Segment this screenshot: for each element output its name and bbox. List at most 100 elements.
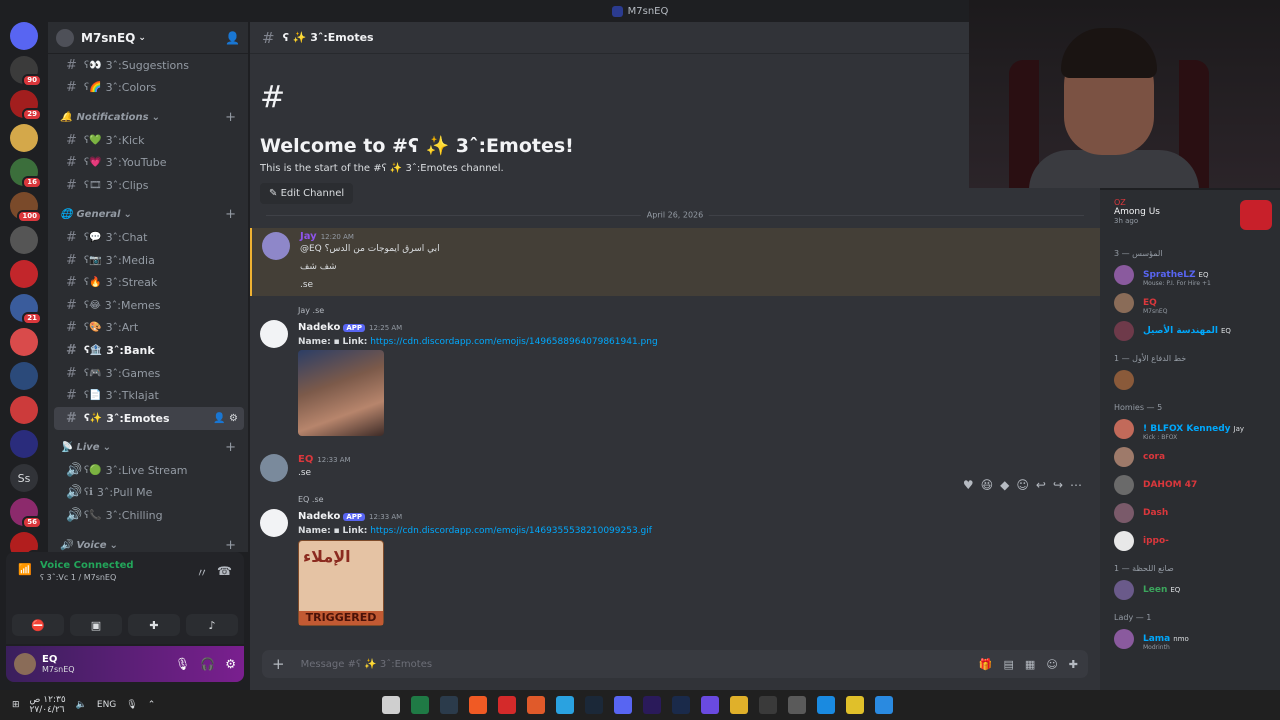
- channel-item[interactable]: # ʕ🌈 3ˆ:Colors: [54, 77, 244, 100]
- channel-item[interactable]: # ʕ💬 3ˆ:Chat: [54, 226, 244, 249]
- brave-icon[interactable]: [469, 696, 487, 714]
- soundboard-button[interactable]: ♪: [186, 614, 238, 636]
- category-general[interactable]: 🌐 General ⌄ +: [48, 204, 248, 227]
- invite-icon[interactable]: 👤: [213, 413, 225, 424]
- steam-icon[interactable]: [585, 696, 603, 714]
- message-author[interactable]: EQ 12:33 AM: [298, 454, 351, 465]
- channel-item[interactable]: 🔊 ʕ📞 3ˆ:Chilling: [54, 504, 244, 527]
- acrobat-icon[interactable]: [498, 696, 516, 714]
- clock[interactable]: ١٢:٣٥ ص ٢٧/٠٤/٢٦: [30, 695, 66, 715]
- avatar[interactable]: [14, 653, 36, 675]
- emoji-link[interactable]: https://cdn.discordapp.com/emojis/149658…: [370, 337, 657, 347]
- add-channel-icon[interactable]: +: [225, 207, 236, 222]
- avatar[interactable]: [262, 232, 290, 260]
- category-notifications[interactable]: 🔔 Notifications ⌄ +: [48, 106, 248, 129]
- chrome-icon[interactable]: [846, 696, 864, 714]
- gear-icon[interactable]: ⚙: [229, 413, 238, 424]
- category-voice[interactable]: 🔊 Voice ⌄ +: [48, 534, 248, 552]
- recorder-icon[interactable]: [527, 696, 545, 714]
- voice-channel[interactable]: ʕ 3ˆ:Vc 1 / M7snEQ: [40, 573, 116, 582]
- avatar[interactable]: [1114, 370, 1134, 390]
- server-icon[interactable]: 21: [10, 294, 42, 325]
- gear-icon[interactable]: ⚙: [225, 657, 236, 671]
- avatar[interactable]: [260, 454, 288, 482]
- server-icon[interactable]: 29: [10, 90, 42, 121]
- photoshop-icon[interactable]: [672, 696, 690, 714]
- channel-item[interactable]: # ʕ📷 3ˆ:Media: [54, 249, 244, 272]
- channel-item[interactable]: # ʕ👀 3ˆ:Suggestions: [54, 54, 244, 77]
- add-member-icon[interactable]: 👤: [225, 31, 240, 45]
- channel-item[interactable]: 🔊 ʕ🟢 3ˆ:Live Stream: [54, 459, 244, 482]
- channel-item[interactable]: # ʕ💗 3ˆ:YouTube: [54, 151, 244, 174]
- settings-icon[interactable]: [788, 696, 806, 714]
- microphone-icon[interactable]: 🎙: [175, 657, 190, 671]
- activity-card[interactable]: OZ Among Us 3h ago: [1100, 190, 1280, 240]
- emoji-gif[interactable]: الإملاء TRIGGERED: [298, 540, 384, 626]
- message-composer[interactable]: + Message #ʕ ✨ 3ˆ:Emotes 🎁 ▤ ▦ ☺ ✚: [262, 650, 1088, 678]
- channel-item[interactable]: # ʕ🎨 3ˆ:Art: [54, 317, 244, 340]
- forward-icon[interactable]: ↪: [1053, 478, 1063, 492]
- avatar[interactable]: [260, 320, 288, 348]
- headphones-icon[interactable]: 🎧: [200, 657, 215, 671]
- speaker-icon[interactable]: 🔈: [76, 700, 87, 710]
- avatar[interactable]: [1114, 321, 1134, 341]
- message[interactable]: Jay 12:20 AM @EQ ابي اسرق ايموجات من الدس…: [250, 228, 1100, 296]
- apps-icon[interactable]: ✚: [1069, 658, 1078, 671]
- store-icon[interactable]: [759, 696, 777, 714]
- excel-icon[interactable]: [411, 696, 429, 714]
- server-icon[interactable]: [10, 260, 38, 288]
- server-icon[interactable]: 16: [10, 158, 42, 189]
- telegram-icon[interactable]: [556, 696, 574, 714]
- avatar[interactable]: [1114, 531, 1134, 551]
- chevron-up-icon[interactable]: ⌃: [148, 700, 156, 710]
- laugh-reaction-icon[interactable]: 😆: [981, 478, 994, 492]
- add-channel-icon[interactable]: +: [225, 110, 236, 125]
- add-attachment-icon[interactable]: +: [272, 655, 285, 673]
- gif-icon[interactable]: ▤: [1004, 658, 1014, 671]
- server-home[interactable]: [10, 22, 38, 50]
- server-icon[interactable]: Ss: [10, 464, 38, 492]
- clapper-icon[interactable]: [382, 696, 400, 714]
- folder-icon[interactable]: [730, 696, 748, 714]
- member-item[interactable]: ippo-: [1100, 527, 1280, 555]
- server-icon[interactable]: [10, 226, 38, 254]
- server-icon[interactable]: 2: [10, 532, 42, 552]
- avatar[interactable]: [1114, 419, 1134, 439]
- category-live[interactable]: 📡 Live ⌄ +: [48, 437, 248, 460]
- terminal-icon[interactable]: [440, 696, 458, 714]
- message[interactable]: EQ .se Nadeko APP 12:33 AM Name: ▪ Link: h…: [250, 495, 1100, 630]
- gift-icon[interactable]: 🎁: [979, 658, 993, 671]
- channel-item[interactable]: # ʕ🔥 3ˆ:Streak: [54, 271, 244, 294]
- avatar[interactable]: [1114, 580, 1134, 600]
- channel-item[interactable]: # ʕ🎮 3ˆ:Games: [54, 362, 244, 385]
- add-channel-icon[interactable]: +: [225, 440, 236, 455]
- noise-suppression-icon[interactable]: 〃: [196, 564, 208, 581]
- discord-icon[interactable]: [614, 696, 632, 714]
- edge-icon[interactable]: [817, 696, 835, 714]
- disconnect-icon[interactable]: ☎: [217, 564, 232, 578]
- activities-button[interactable]: ✚: [128, 614, 180, 636]
- emoji-image[interactable]: [298, 350, 384, 436]
- vscode-icon[interactable]: [701, 696, 719, 714]
- username[interactable]: EQ: [42, 654, 75, 665]
- message-author[interactable]: Nadeko APP 12:33 AM: [298, 511, 402, 522]
- voice-status[interactable]: Voice Connected: [40, 560, 134, 571]
- add-reaction-icon[interactable]: ☺: [1016, 478, 1029, 492]
- add-channel-icon[interactable]: +: [225, 538, 236, 552]
- server-icon[interactable]: [10, 362, 38, 390]
- member-item[interactable]: Lama nmo Modrinth: [1100, 625, 1280, 653]
- avatar[interactable]: [1114, 503, 1134, 523]
- server-icon[interactable]: [10, 396, 38, 424]
- server-icon[interactable]: [10, 430, 38, 458]
- member-item[interactable]: ! BLFOX Kennedy Jay Kick : BFOX: [1100, 415, 1280, 443]
- avatar[interactable]: [1114, 629, 1134, 649]
- channel-item[interactable]: 🔊 ʕℹ 3ˆ:Pull Me: [54, 482, 244, 505]
- edit-channel-button[interactable]: ✎ Edit Channel: [260, 183, 354, 204]
- avatar[interactable]: [1114, 293, 1134, 313]
- more-icon[interactable]: ⋯: [1070, 478, 1082, 492]
- reply-preview[interactable]: EQ .se: [298, 495, 324, 504]
- channel-item[interactable]: # ʕ💚 3ˆ:Kick: [54, 129, 244, 152]
- emoji-icon[interactable]: ☺: [1046, 658, 1057, 671]
- channel-item[interactable]: # ʕ😂 3ˆ:Memes: [54, 294, 244, 317]
- message[interactable]: Jay .se Nadeko APP 12:25 AM Name: ▪ Link: …: [250, 306, 1100, 441]
